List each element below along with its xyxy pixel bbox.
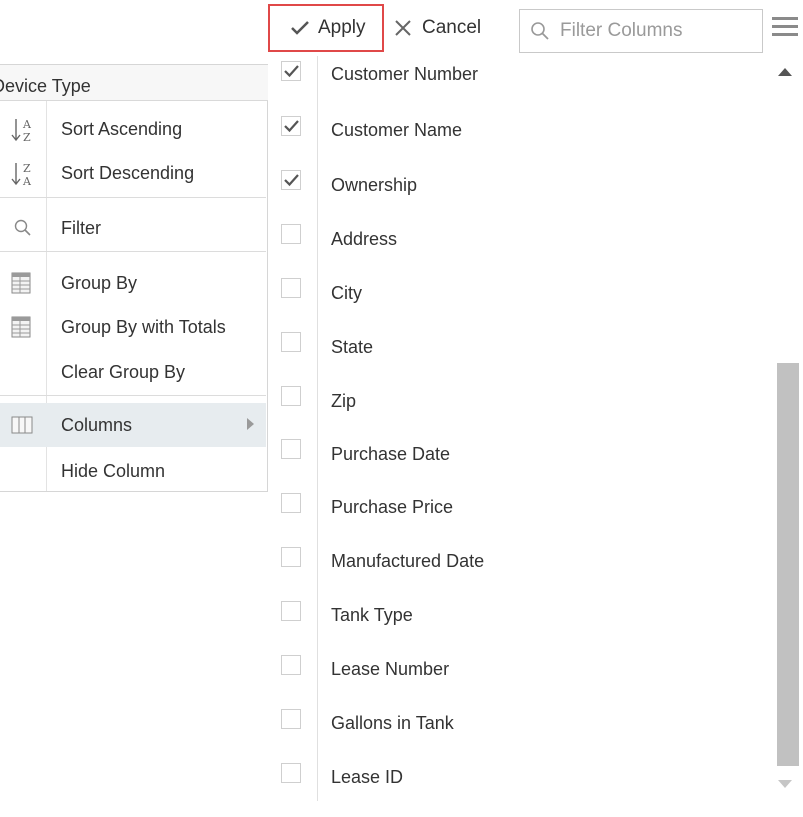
column-checkbox[interactable] [281, 170, 301, 190]
apply-button[interactable]: Apply [268, 4, 384, 52]
group-by-totals-label: Group By with Totals [61, 317, 226, 337]
menu-header-label: Device Type [0, 76, 91, 96]
checkmark-icon [284, 174, 299, 187]
clear-group-by-item[interactable]: Clear Group By [0, 350, 266, 394]
columns-label: Columns [61, 415, 133, 435]
column-option-label: Zip [331, 391, 357, 411]
close-icon [395, 20, 411, 36]
column-checkbox[interactable] [281, 493, 301, 513]
columns-icon [11, 416, 33, 434]
column-checkbox[interactable] [281, 332, 301, 352]
filter-columns-field[interactable] [519, 9, 763, 53]
column-option-label: Customer Number [331, 64, 479, 84]
column-checkbox[interactable] [281, 224, 301, 244]
column-option-row[interactable]: State [268, 332, 763, 386]
cancel-label: Cancel [422, 17, 482, 38]
column-checkbox[interactable] [281, 763, 301, 783]
column-option-row[interactable]: Address [268, 224, 763, 278]
column-checkbox[interactable] [281, 278, 301, 298]
scrollbar-thumb[interactable] [777, 363, 799, 766]
column-context-menu: Device Type A Z Sort Ascending Z A Sort … [0, 64, 268, 492]
filter-label: Filter [61, 218, 101, 238]
filter-columns-input[interactable] [560, 20, 740, 42]
column-checkbox[interactable] [281, 386, 301, 406]
column-checkbox[interactable] [281, 547, 301, 567]
hide-column-label: Hide Column [61, 461, 166, 481]
column-option-row[interactable]: Manufactured Date [268, 547, 763, 601]
scroll-down-arrow-icon[interactable] [778, 780, 792, 788]
scroll-up-arrow-icon[interactable] [778, 68, 792, 76]
group-by-totals-icon [11, 316, 31, 338]
sort-descending-icon: Z A [11, 162, 32, 188]
column-checkbox[interactable] [281, 709, 301, 729]
group-by-totals-item[interactable]: Group By with Totals [0, 305, 266, 349]
cancel-button[interactable]: Cancel [394, 4, 481, 52]
sort-descending-item[interactable]: Z A Sort Descending [0, 151, 266, 195]
column-option-row[interactable]: Lease Number [268, 655, 763, 709]
sort-descending-label: Sort Descending [61, 163, 195, 183]
checkmark-icon [284, 120, 299, 133]
menu-header: Device Type [0, 65, 268, 101]
column-checkbox[interactable] [281, 655, 301, 675]
column-checkbox[interactable] [281, 116, 301, 136]
column-option-label: Gallons in Tank [331, 713, 454, 733]
svg-text:Z: Z [23, 162, 31, 175]
svg-text:A: A [22, 175, 32, 188]
clear-group-by-label: Clear Group By [61, 362, 186, 382]
column-option-row[interactable]: Zip [268, 386, 763, 440]
column-option-row[interactable]: Ownership [268, 170, 763, 224]
group-by-label: Group By [61, 273, 138, 293]
column-option-row[interactable]: City [268, 278, 763, 332]
sort-ascending-icon: A Z [11, 118, 32, 144]
column-option-row[interactable]: Customer Number [268, 61, 763, 115]
column-option-label: Manufactured Date [331, 551, 485, 571]
hamburger-menu-icon[interactable] [772, 17, 798, 41]
column-option-row[interactable]: Customer Name [268, 116, 763, 170]
columns-item[interactable]: Columns [0, 403, 266, 447]
column-checkbox[interactable] [281, 601, 301, 621]
checkmark-icon [284, 65, 299, 78]
group-by-icon [11, 272, 31, 294]
column-option-row[interactable]: Purchase Date [268, 439, 763, 493]
filter-item[interactable]: Filter [0, 206, 266, 250]
column-option-row[interactable]: Tank Type [268, 601, 763, 655]
search-icon [531, 22, 549, 40]
checkmark-icon [291, 21, 309, 35]
column-option-row[interactable]: Lease ID [268, 763, 763, 817]
column-option-label: Purchase Price [331, 497, 454, 517]
group-by-item[interactable]: Group By [0, 261, 266, 305]
column-option-label: Ownership [331, 175, 418, 195]
column-option-label: Purchase Date [331, 444, 451, 464]
column-option-label: City [331, 283, 362, 303]
sort-ascending-label: Sort Ascending [61, 119, 183, 139]
column-option-label: Customer Name [331, 120, 463, 140]
svg-text:A: A [22, 118, 32, 131]
sort-ascending-item[interactable]: A Z Sort Ascending [0, 107, 266, 151]
column-option-label: Lease ID [331, 767, 404, 787]
column-option-row[interactable]: Gallons in Tank [268, 709, 763, 763]
column-chooser-panel: Customer Number Customer Name Ownership Add… [268, 56, 803, 801]
column-checkbox[interactable] [281, 61, 301, 81]
column-option-label: State [331, 337, 374, 357]
chevron-right-icon [247, 418, 254, 430]
column-option-label: Address [331, 229, 398, 249]
hide-column-item[interactable]: Hide Column [0, 449, 266, 493]
column-option-label: Lease Number [331, 659, 450, 679]
svg-text:Z: Z [23, 131, 31, 144]
apply-label: Apply [318, 17, 366, 38]
column-option-row[interactable]: Purchase Price [268, 493, 763, 547]
search-icon [14, 219, 31, 236]
column-option-label: Tank Type [331, 605, 413, 625]
column-checkbox[interactable] [281, 439, 301, 459]
